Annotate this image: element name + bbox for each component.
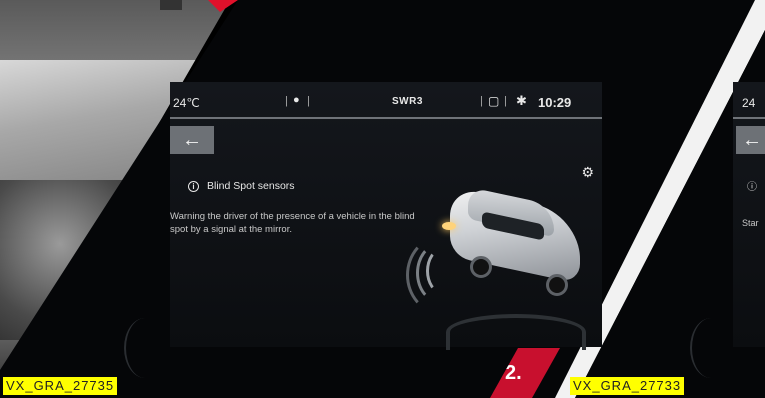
status-bar: 24℃ | ● | SWR3 | ▢ | ✱ 10:29	[170, 82, 602, 114]
partial-text: Star	[742, 218, 759, 228]
divider: |	[504, 95, 507, 107]
feature-title: Blind Spot sensors	[207, 180, 295, 192]
reflection-arc	[446, 314, 586, 350]
bezel-curve	[690, 318, 732, 378]
wheel	[546, 274, 568, 296]
feature-header: i Blind Spot sensors	[188, 178, 295, 194]
second-infotainment-screen: 24 ← ⓘ Star	[733, 82, 765, 347]
divider: |	[285, 95, 288, 107]
info-icon[interactable]: i	[188, 180, 199, 192]
bezel-curve	[124, 318, 166, 378]
status-divider-line	[733, 117, 765, 119]
status-divider-line	[170, 117, 602, 119]
image-id-tag: VX_GRA_27733	[570, 377, 685, 395]
composite-image: 24℃ | ● | SWR3 | ▢ | ✱ 10:29 ← i Blind S…	[0, 0, 765, 398]
feature-description: Warning the driver of the presence of a …	[170, 210, 420, 236]
wheel	[470, 256, 492, 278]
back-button[interactable]: ←	[736, 126, 765, 154]
description-text: Warning the driver of the presence of a …	[170, 211, 415, 235]
back-button[interactable]: ←	[170, 126, 214, 154]
info-icon[interactable]: ⓘ	[747, 178, 757, 193]
radio-station[interactable]: SWR3	[392, 96, 423, 107]
image-id-tag: VX_GRA_27735	[3, 377, 118, 395]
location-pin-icon[interactable]: ●	[293, 94, 300, 106]
divider: |	[480, 95, 483, 107]
back-arrow-icon: ←	[742, 128, 762, 151]
car-illustration	[406, 182, 602, 314]
blind-spot-sensor-icon[interactable]: ⚙	[581, 164, 594, 181]
clock: 10:29	[538, 95, 572, 110]
book-icon[interactable]: ▢	[488, 94, 499, 108]
divider: |	[307, 95, 310, 107]
temperature-readout: 24	[742, 96, 756, 110]
post	[160, 0, 182, 10]
back-arrow-icon: ←	[182, 129, 202, 151]
infotainment-screen: 24℃ | ● | SWR3 | ▢ | ✱ 10:29 ← i Blind S…	[170, 82, 602, 350]
gear-icon[interactable]: ✱	[516, 93, 527, 109]
temperature-readout: 24℃	[173, 96, 200, 110]
sensor-wave	[426, 248, 458, 294]
headlight	[442, 222, 456, 230]
